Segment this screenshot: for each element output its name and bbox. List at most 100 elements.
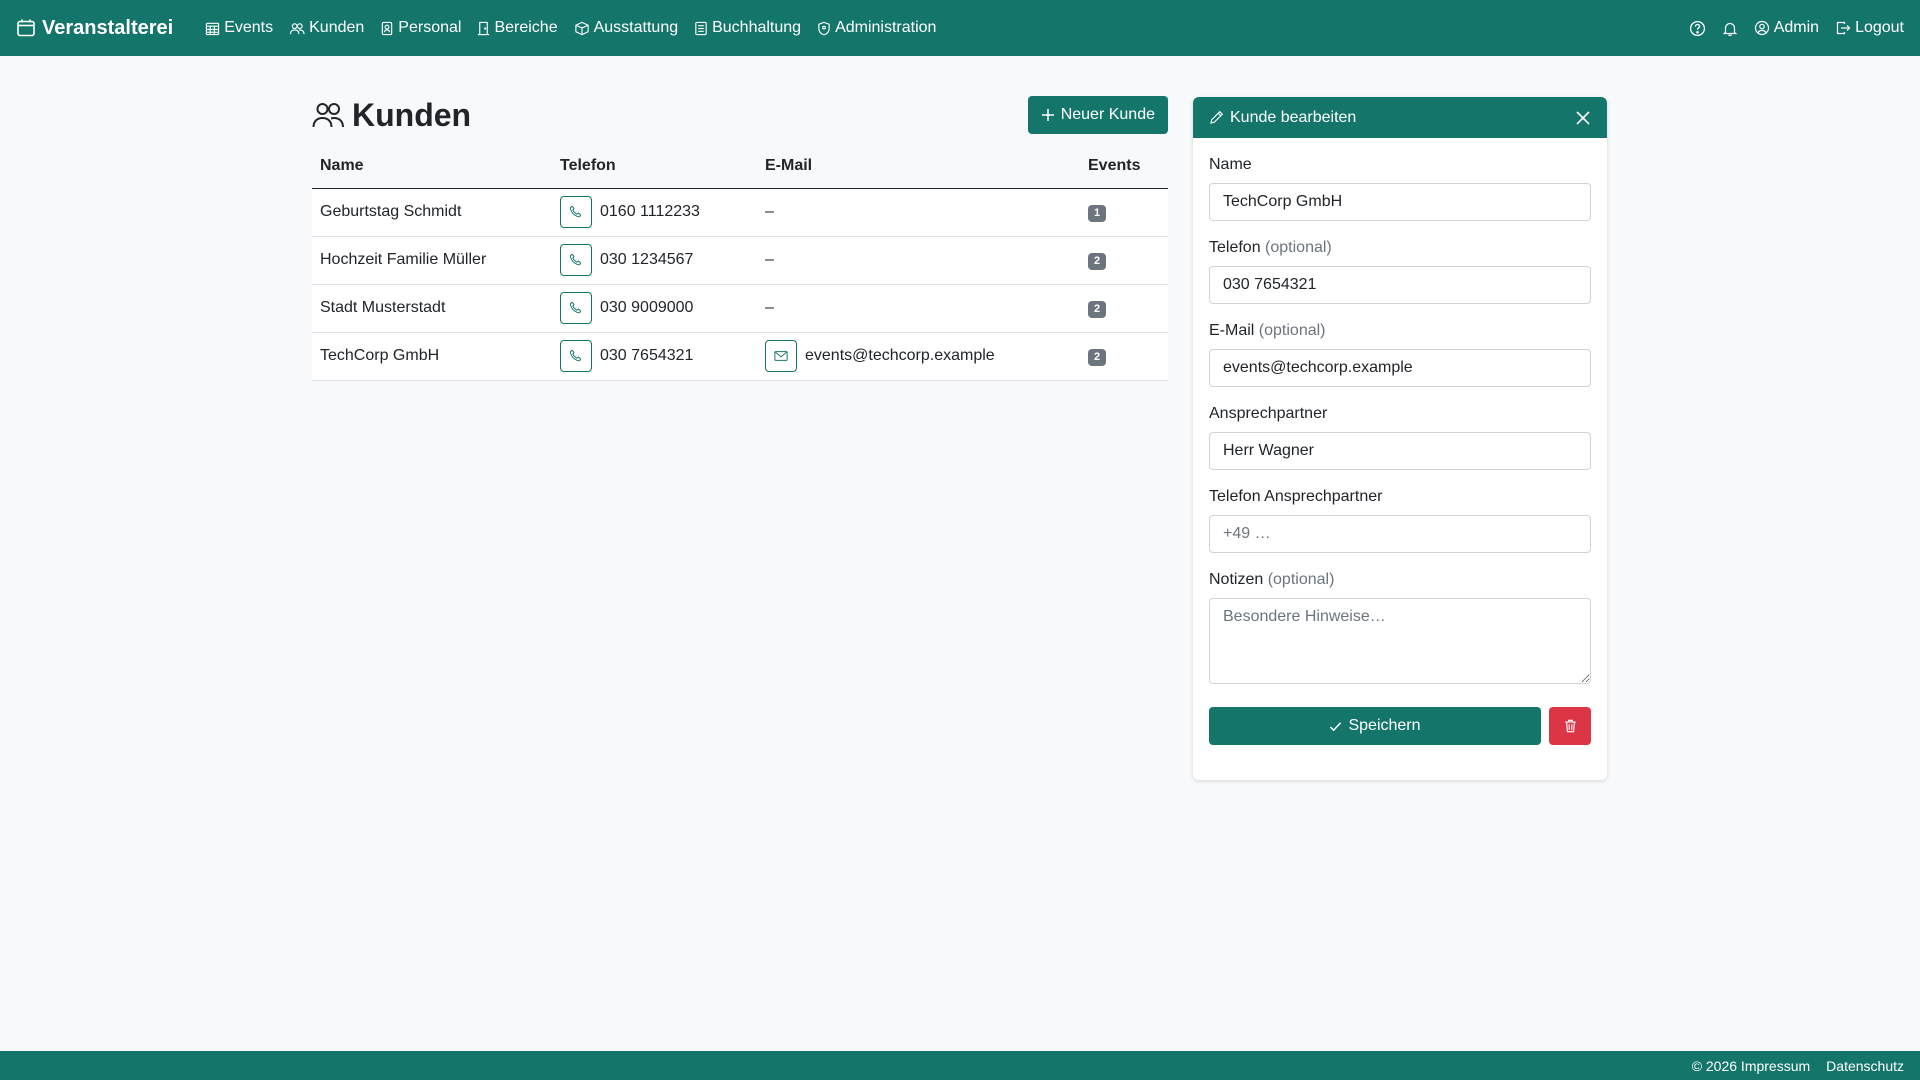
table-row[interactable]: Geburtstag Schmidt 0160 1112233 – 1 — [312, 188, 1168, 237]
email-field-group: E-Mail (optional) — [1209, 322, 1591, 387]
customer-name: TechCorp GmbH — [312, 332, 552, 381]
brand-link[interactable]: Veranstalterei — [16, 17, 173, 40]
table-row[interactable]: Stadt Musterstadt 030 9009000 – 2 — [312, 284, 1168, 333]
nav-label: Administration — [835, 19, 937, 36]
email-input[interactable] — [1209, 349, 1591, 387]
logout-link[interactable]: Logout — [1835, 19, 1904, 37]
call-button[interactable] — [560, 340, 592, 372]
new-customer-button[interactable]: Neuer Kunde — [1027, 96, 1168, 134]
panel-actions: Speichern — [1209, 707, 1591, 745]
nav-label: Ausstattung — [593, 19, 679, 36]
email-cell: – — [757, 188, 1080, 237]
shield-icon — [817, 21, 831, 36]
nav-label: Buchhaltung — [712, 19, 802, 36]
pencil-icon — [1209, 110, 1224, 125]
name-field-group: Name — [1209, 156, 1591, 221]
phone-number: 030 9009000 — [600, 299, 694, 316]
phone-icon — [569, 205, 583, 219]
help-button[interactable] — [1689, 20, 1706, 37]
nav-item-kunden[interactable]: Kunden — [289, 19, 364, 37]
call-button[interactable] — [560, 244, 592, 276]
phone-cell: 030 7654321 — [552, 332, 757, 381]
logout-icon — [1835, 20, 1851, 36]
nav-right: Admin Logout — [1689, 19, 1904, 37]
email-button[interactable] — [765, 340, 797, 372]
nav-item-buchhaltung[interactable]: Buchhaltung — [694, 19, 801, 37]
phone-number: 0160 1112233 — [600, 203, 700, 220]
phone-icon — [569, 301, 583, 315]
phone-field-group: Telefon (optional) — [1209, 239, 1591, 304]
door-icon — [477, 21, 490, 36]
events-count-badge: 2 — [1088, 300, 1107, 318]
close-icon — [1575, 110, 1591, 126]
email-cell: – — [757, 284, 1080, 333]
phone-cell: 030 9009000 — [552, 284, 757, 333]
notifications-button[interactable] — [1722, 20, 1738, 37]
column-header-email: E-Mail — [757, 144, 1080, 189]
panel-title: Kunde bearbeiten — [1230, 108, 1357, 126]
name-label: Name — [1209, 156, 1252, 173]
envelope-icon — [774, 350, 788, 362]
panel-body: Name Telefon (optional) E-Mail (optional… — [1193, 138, 1607, 761]
contact-field-group: Ansprechpartner — [1209, 405, 1591, 470]
nav-label: Events — [224, 19, 274, 36]
notes-label: Notizen (optional) — [1209, 571, 1335, 588]
events-cell: 2 — [1080, 236, 1168, 285]
contact-label: Ansprechpartner — [1209, 405, 1328, 422]
page-header: Kunden Neuer Kunde — [312, 96, 1168, 134]
people-icon — [289, 21, 305, 36]
panel-header: Kunde bearbeiten — [1193, 97, 1607, 138]
customer-list-section: Kunden Neuer Kunde Name Telefon E-Mail E… — [312, 96, 1168, 381]
calendar-icon — [16, 18, 36, 38]
datenschutz-link[interactable]: Datenschutz — [1826, 1058, 1904, 1074]
call-button[interactable] — [560, 292, 592, 324]
trash-icon — [1564, 719, 1577, 733]
nav-item-bereiche[interactable]: Bereiche — [477, 19, 558, 37]
nav-item-personal[interactable]: Personal — [380, 19, 461, 37]
bell-icon — [1722, 20, 1738, 37]
page-title: Kunden — [312, 97, 471, 134]
events-cell: 1 — [1080, 188, 1168, 237]
contact-person-input[interactable] — [1209, 432, 1591, 470]
notes-textarea[interactable] — [1209, 598, 1591, 684]
column-header-name: Name — [312, 144, 552, 189]
name-input[interactable] — [1209, 183, 1591, 221]
phone-input[interactable] — [1209, 266, 1591, 304]
person-circle-icon — [1754, 20, 1770, 36]
delete-button[interactable] — [1549, 707, 1591, 745]
events-count-badge: 2 — [1088, 348, 1107, 366]
nav-item-ausstattung[interactable]: Ausstattung — [574, 19, 679, 37]
people-icon — [312, 100, 344, 130]
contact-phone-field-group: Telefon Ansprechpartner — [1209, 488, 1591, 553]
nav-label: Kunden — [309, 19, 365, 36]
user-menu[interactable]: Admin — [1754, 19, 1819, 37]
email-label: E-Mail (optional) — [1209, 322, 1326, 339]
table-row[interactable]: TechCorp GmbH 030 7654321 events@techcor… — [312, 332, 1168, 381]
events-cell: 2 — [1080, 284, 1168, 333]
phone-cell: 030 1234567 — [552, 236, 757, 285]
calendar-grid-icon — [205, 21, 220, 36]
new-customer-label: Neuer Kunde — [1060, 106, 1155, 123]
question-circle-icon — [1689, 20, 1706, 37]
close-panel-button[interactable] — [1575, 110, 1591, 126]
save-button[interactable]: Speichern — [1209, 707, 1541, 745]
nav-item-administration[interactable]: Administration — [817, 19, 936, 37]
page-title-text: Kunden — [352, 96, 472, 133]
brand-name: Veranstalterei — [42, 16, 174, 39]
user-label: Admin — [1773, 19, 1820, 36]
phone-icon — [569, 349, 583, 363]
nav-item-events[interactable]: Events — [205, 19, 273, 37]
nav-label: Bereiche — [494, 19, 558, 36]
impressum-link[interactable]: © 2026 Impressum — [1692, 1058, 1810, 1074]
plus-icon — [1041, 108, 1055, 122]
email-cell: events@techcorp.example — [757, 332, 1080, 381]
call-button[interactable] — [560, 196, 592, 228]
ledger-icon — [694, 21, 708, 36]
events-count-badge: 2 — [1088, 252, 1107, 270]
phone-cell: 0160 1112233 — [552, 188, 757, 237]
customer-name: Stadt Musterstadt — [312, 284, 552, 333]
table-row[interactable]: Hochzeit Familie Müller 030 1234567 – 2 — [312, 236, 1168, 285]
logout-label: Logout — [1855, 19, 1904, 36]
check-icon — [1329, 720, 1342, 733]
contact-phone-input[interactable] — [1209, 515, 1591, 553]
